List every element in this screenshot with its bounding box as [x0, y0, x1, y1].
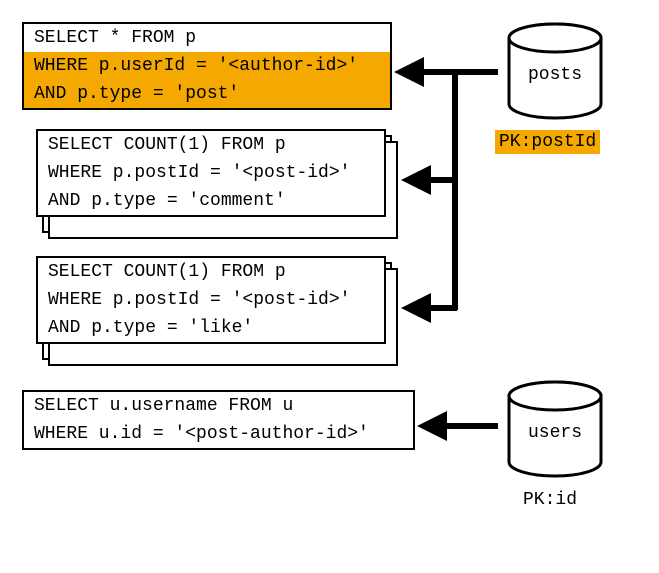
db-posts-label: posts: [500, 65, 610, 85]
db-users-pk: PK:id: [523, 490, 577, 510]
sql-line: WHERE p.postId = '<post-id>': [38, 286, 384, 314]
sql-line: SELECT COUNT(1) FROM p: [38, 258, 384, 286]
query-count-likes: SELECT COUNT(1) FROM p WHERE p.postId = …: [36, 256, 386, 344]
sql-line: SELECT * FROM p: [24, 24, 390, 52]
sql-line-highlight: AND p.type = 'post': [24, 80, 390, 108]
sql-line: WHERE p.postId = '<post-id>': [38, 159, 384, 187]
query-posts-by-author: SELECT * FROM p WHERE p.userId = '<autho…: [22, 22, 392, 110]
sql-line: AND p.type = 'like': [38, 314, 384, 342]
sql-line: SELECT COUNT(1) FROM p: [38, 131, 384, 159]
db-users-label: users: [500, 423, 610, 443]
query-count-comments: SELECT COUNT(1) FROM p WHERE p.postId = …: [36, 129, 386, 217]
db-posts-pk: PK:postId: [495, 132, 600, 152]
sql-line: SELECT u.username FROM u: [24, 392, 413, 420]
sql-line: AND p.type = 'comment': [38, 187, 384, 215]
sql-line-highlight: WHERE p.userId = '<author-id>': [24, 52, 390, 80]
sql-line: WHERE u.id = '<post-author-id>': [24, 420, 413, 448]
pk-highlight-text: PK:postId: [495, 130, 600, 154]
query-username: SELECT u.username FROM u WHERE u.id = '<…: [22, 390, 415, 450]
